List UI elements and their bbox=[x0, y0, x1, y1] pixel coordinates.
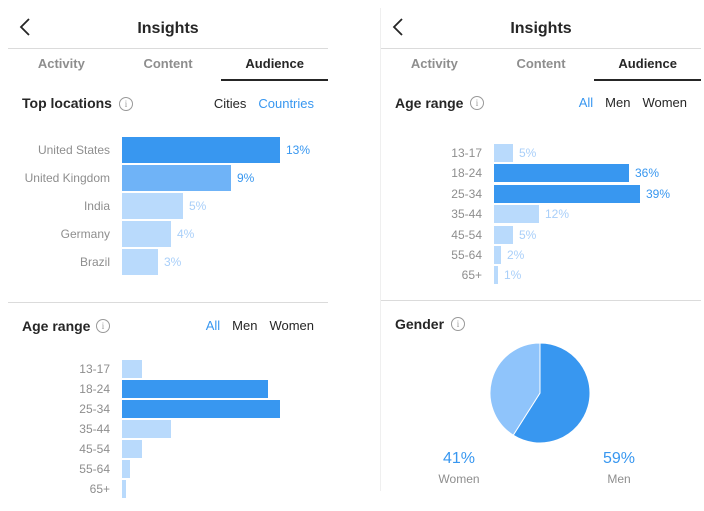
bar-value-label: 39% bbox=[646, 186, 671, 201]
section-title: Age range bbox=[395, 95, 464, 111]
bar bbox=[122, 400, 280, 418]
bar-value-label: 3% bbox=[164, 255, 182, 269]
filter-all[interactable]: All bbox=[206, 318, 220, 333]
info-icon[interactable]: i bbox=[470, 96, 484, 110]
bar bbox=[122, 480, 126, 498]
men-label: Men bbox=[607, 472, 631, 486]
bar-label: 18-24 bbox=[451, 166, 482, 181]
tab-bar: Activity Content Audience bbox=[8, 48, 329, 81]
women-label: Women bbox=[438, 472, 480, 486]
bar-value-label: 12% bbox=[545, 207, 570, 222]
bar-value-label: 5% bbox=[519, 227, 537, 242]
tab-audience[interactable]: Audience bbox=[594, 49, 702, 81]
tab-bar: Activity Content Audience bbox=[381, 48, 702, 81]
filter-countries[interactable]: Countries bbox=[258, 96, 314, 111]
info-icon[interactable]: i bbox=[119, 97, 133, 111]
bar-label: India bbox=[83, 199, 110, 213]
tab-activity[interactable]: Activity bbox=[381, 49, 488, 81]
bar bbox=[494, 205, 539, 224]
age-filters: All Men Women bbox=[206, 318, 314, 333]
bar-label: Brazil bbox=[79, 255, 110, 269]
bar bbox=[122, 380, 268, 398]
bar bbox=[122, 360, 142, 378]
bar-label: 45-54 bbox=[451, 227, 482, 242]
filter-women[interactable]: Women bbox=[269, 318, 314, 333]
tab-activity[interactable]: Activity bbox=[8, 49, 115, 81]
women-percent: 41% bbox=[442, 450, 476, 467]
bar-label: 35-44 bbox=[451, 207, 482, 222]
bar bbox=[122, 440, 142, 458]
section-divider bbox=[8, 302, 328, 303]
top-locations-section: Top locations i Cities Countries United … bbox=[8, 81, 328, 305]
bar-label: 18-24 bbox=[79, 382, 110, 396]
bar-value-label: 36% bbox=[635, 166, 660, 181]
section-title: Age range bbox=[22, 318, 91, 334]
filter-cities[interactable]: Cities bbox=[214, 96, 247, 111]
bar-label: 13-17 bbox=[451, 146, 482, 160]
info-icon[interactable]: i bbox=[451, 317, 465, 331]
bar-label: 55-64 bbox=[451, 248, 482, 262]
bar-label: 13-17 bbox=[79, 362, 110, 376]
age-filters: All Men Women bbox=[579, 95, 687, 110]
bar bbox=[494, 164, 629, 183]
nav-bar: Insights bbox=[8, 8, 328, 48]
section-title: Gender bbox=[395, 316, 445, 332]
bar bbox=[122, 165, 231, 191]
bar-label: United Kingdom bbox=[24, 171, 110, 185]
bar-value-label: 9% bbox=[237, 171, 255, 185]
bar-label: United States bbox=[37, 143, 110, 157]
nav-bar: Insights bbox=[381, 8, 701, 48]
section-title: Top locations bbox=[22, 95, 112, 111]
bar-label: Germany bbox=[60, 227, 110, 241]
bar-label: 25-34 bbox=[79, 402, 110, 416]
bar-value-label: 4% bbox=[177, 227, 195, 241]
bar-label: 65+ bbox=[461, 268, 482, 283]
bar bbox=[122, 137, 280, 163]
tab-content[interactable]: Content bbox=[488, 49, 595, 81]
bar-value-label: 2% bbox=[507, 248, 525, 262]
filter-all[interactable]: All bbox=[579, 95, 593, 110]
page-title: Insights bbox=[137, 20, 199, 37]
bar bbox=[494, 246, 501, 264]
bar bbox=[494, 225, 513, 244]
gender-pie-chart bbox=[489, 342, 591, 444]
bar-label: 65+ bbox=[89, 482, 110, 496]
bar-label: 45-54 bbox=[79, 442, 110, 456]
bar bbox=[122, 249, 158, 275]
bar bbox=[494, 184, 640, 203]
bar-value-label: 5% bbox=[519, 146, 537, 160]
tab-audience[interactable]: Audience bbox=[221, 49, 329, 81]
men-percent: 59% bbox=[602, 450, 636, 467]
location-filters: Cities Countries bbox=[214, 96, 314, 111]
info-icon[interactable]: i bbox=[96, 319, 110, 333]
section-divider bbox=[381, 300, 701, 301]
bar-value-label: 5% bbox=[189, 199, 207, 213]
bar-label: 25-34 bbox=[451, 186, 482, 201]
bar-value-label: 1% bbox=[504, 268, 522, 283]
bar-label: 55-64 bbox=[79, 462, 110, 476]
filter-women[interactable]: Women bbox=[642, 95, 687, 110]
filter-men[interactable]: Men bbox=[605, 95, 630, 110]
insights-panel-left: Insights Activity Content Audience Top l… bbox=[8, 8, 329, 511]
tab-content[interactable]: Content bbox=[115, 49, 222, 81]
bar bbox=[494, 144, 513, 162]
bar bbox=[494, 266, 498, 285]
page-title: Insights bbox=[510, 20, 572, 37]
bar bbox=[122, 420, 171, 438]
gender-section: Gender i 41% Women 59% Men bbox=[381, 302, 701, 492]
filter-men[interactable]: Men bbox=[232, 318, 257, 333]
insights-panel-right: Insights Activity Content Audience Age r… bbox=[380, 8, 702, 492]
bar bbox=[122, 221, 171, 247]
bar-value-label: 13% bbox=[286, 143, 311, 157]
bar bbox=[122, 460, 130, 478]
age-range-section: Age range i All Men Women 13-17 5% 18-24 36… bbox=[381, 81, 701, 301]
bar bbox=[122, 193, 183, 219]
age-range-section: Age range i All Men Women 13-17 18-24 25-3… bbox=[8, 304, 328, 504]
bar-label: 35-44 bbox=[79, 422, 110, 436]
